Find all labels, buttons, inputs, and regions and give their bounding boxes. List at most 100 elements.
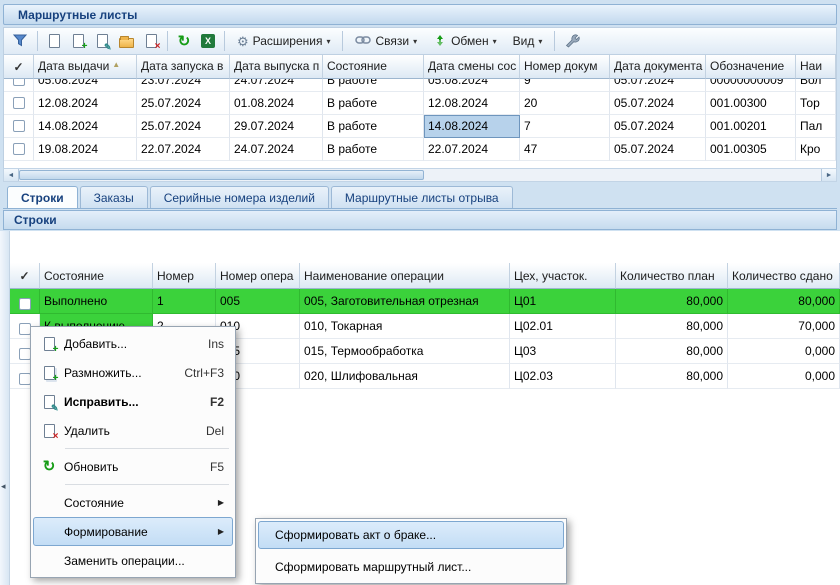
window-titlebar: Маршрутные листы: [3, 4, 837, 25]
column-header[interactable]: Дата выпуска п: [230, 55, 323, 79]
select-all-header[interactable]: ✓: [10, 263, 40, 289]
column-header[interactable]: Дата выдачи▲: [34, 55, 137, 79]
chevron-down-icon: ▾: [413, 37, 417, 46]
table-row[interactable]: 12.08.2024 25.07.2024 01.08.2024 В работ…: [4, 92, 836, 115]
submenu-item-act-brak[interactable]: Сформировать акт о браке...: [258, 521, 564, 549]
tab-orders[interactable]: Заказы: [80, 186, 148, 208]
row-checkbox[interactable]: [13, 143, 25, 155]
menu-item-state[interactable]: Состояние ▶: [33, 488, 233, 517]
menu-item-replace-operations[interactable]: Заменить операции...: [33, 546, 233, 575]
table-row[interactable]: 14.08.2024 25.07.2024 29.07.2024 В работ…: [4, 115, 836, 138]
section-title: Строки: [14, 213, 57, 227]
grid-header-row: ✓ Дата выдачи▲ Дата запуска в Дата выпус…: [4, 55, 836, 79]
extensions-menu-label: Расширения: [253, 34, 323, 48]
column-header[interactable]: Номер докум: [520, 55, 610, 79]
filter-icon: [12, 32, 28, 51]
column-header[interactable]: Наименование операции: [300, 263, 510, 289]
left-splitter[interactable]: ◂: [0, 231, 10, 585]
column-header[interactable]: Дата смены сос: [424, 55, 520, 79]
generate-submenu: Сформировать акт о браке... Сформировать…: [255, 518, 567, 584]
wrench-icon: [564, 32, 580, 51]
column-header[interactable]: Количество сдано: [728, 263, 840, 289]
scroll-left-button[interactable]: ◄: [4, 169, 19, 181]
grid-header-row: ✓ Состояние Номер Номер опера Наименован…: [10, 263, 840, 289]
column-header[interactable]: Дата запуска в: [137, 55, 230, 79]
edit-document-button[interactable]: ✎: [91, 30, 113, 52]
menu-separator: [65, 484, 229, 485]
row-checkbox[interactable]: [13, 97, 25, 109]
main-toolbar: + ✎ × ↻ X ⚙ Расширения ▾ Связи ▾ Обмен ▾…: [3, 27, 837, 55]
route-sheets-grid: ✓ Дата выдачи▲ Дата запуска в Дата выпус…: [3, 55, 837, 168]
selected-cell[interactable]: 14.08.2024: [424, 115, 520, 138]
add-document-button[interactable]: +: [67, 30, 89, 52]
menu-item-generate[interactable]: Формирование ▶: [33, 517, 233, 546]
duplicate-document-icon: +: [34, 366, 64, 380]
column-header[interactable]: Обозначение: [706, 55, 796, 79]
exchange-menu-label: Обмен: [451, 34, 489, 48]
submenu-item-route-sheet[interactable]: Сформировать маршрутный лист...: [258, 553, 564, 581]
page-title: Маршрутные листы: [18, 8, 137, 22]
chevron-down-icon: ▾: [493, 37, 497, 46]
tab-detach-sheets[interactable]: Маршрутные листы отрыва: [331, 186, 513, 208]
open-folder-icon: [119, 38, 134, 48]
settings-button[interactable]: [560, 30, 584, 52]
row-checkbox[interactable]: [19, 323, 31, 335]
menu-item-edit[interactable]: ✎ Исправить... F2: [33, 387, 233, 416]
horizontal-scrollbar[interactable]: ◄ ►: [3, 168, 837, 182]
chevron-down-icon: ▾: [538, 37, 542, 46]
column-header[interactable]: Количество план: [616, 263, 728, 289]
toolbar-separator: [342, 31, 343, 51]
exchange-menu-button[interactable]: Обмен ▾: [426, 30, 504, 52]
menu-item-add[interactable]: + Добавить... Ins: [33, 329, 233, 358]
select-all-header[interactable]: ✓: [4, 55, 34, 79]
toolbar-separator: [224, 31, 225, 51]
section-header: Строки: [3, 210, 837, 230]
add-document-icon: +: [73, 34, 84, 48]
sort-ascending-icon: ▲: [112, 60, 120, 69]
collapse-left-icon: ◂: [1, 481, 6, 492]
submenu-arrow-icon: ▶: [218, 527, 224, 536]
column-header[interactable]: Наи: [796, 55, 836, 79]
delete-document-button[interactable]: ×: [140, 30, 162, 52]
column-header[interactable]: Состояние: [40, 263, 153, 289]
extensions-menu-button[interactable]: ⚙ Расширения ▾: [230, 30, 337, 52]
chevron-down-icon: ▾: [326, 37, 330, 46]
row-checkbox[interactable]: [19, 348, 31, 360]
menu-item-refresh[interactable]: ↻ Обновить F5: [33, 452, 233, 481]
table-row[interactable]: 05.08.2024 23.07.2024 24.07.2024 В работ…: [4, 79, 836, 92]
excel-icon: X: [201, 34, 215, 48]
table-row[interactable]: 19.08.2024 22.07.2024 24.07.2024 В работ…: [4, 138, 836, 161]
toolbar-separator: [167, 31, 168, 51]
tab-strings[interactable]: Строки: [7, 186, 78, 208]
gear-icon: ⚙: [237, 35, 249, 48]
table-row[interactable]: Выполнено 1 005 005, Заготовительная отр…: [10, 289, 840, 314]
menu-item-duplicate[interactable]: + Размножить... Ctrl+F3: [33, 358, 233, 387]
open-folder-button[interactable]: [115, 30, 138, 52]
scrollbar-track[interactable]: [424, 169, 821, 181]
row-checkbox[interactable]: [19, 373, 31, 385]
view-menu-button[interactable]: Вид ▾: [506, 30, 550, 52]
column-header[interactable]: Номер: [153, 263, 216, 289]
refresh-button[interactable]: ↻: [173, 30, 195, 52]
delete-document-icon: ×: [34, 424, 64, 438]
column-header[interactable]: Дата документа: [610, 55, 706, 79]
row-checkbox[interactable]: [19, 298, 31, 310]
tab-serial-numbers[interactable]: Серийные номера изделий: [150, 186, 329, 208]
links-menu-label: Связи: [375, 34, 409, 48]
links-menu-button[interactable]: Связи ▾: [348, 30, 424, 52]
refresh-icon: ↻: [178, 34, 191, 49]
column-header[interactable]: Номер опера: [216, 263, 300, 289]
excel-export-button[interactable]: X: [197, 30, 219, 52]
scroll-right-button[interactable]: ►: [821, 169, 836, 181]
scrollbar-thumb[interactable]: [19, 170, 424, 180]
column-header[interactable]: Состояние: [323, 55, 424, 79]
new-document-button[interactable]: [43, 30, 65, 52]
exchange-icon: [433, 33, 447, 50]
delete-document-icon: ×: [146, 34, 157, 48]
filter-button[interactable]: [8, 30, 32, 52]
column-header[interactable]: Цех, участок.: [510, 263, 616, 289]
row-checkbox[interactable]: [13, 120, 25, 132]
row-checkbox[interactable]: [13, 79, 25, 86]
menu-item-delete[interactable]: × Удалить Del: [33, 416, 233, 445]
toolbar-separator: [37, 31, 38, 51]
